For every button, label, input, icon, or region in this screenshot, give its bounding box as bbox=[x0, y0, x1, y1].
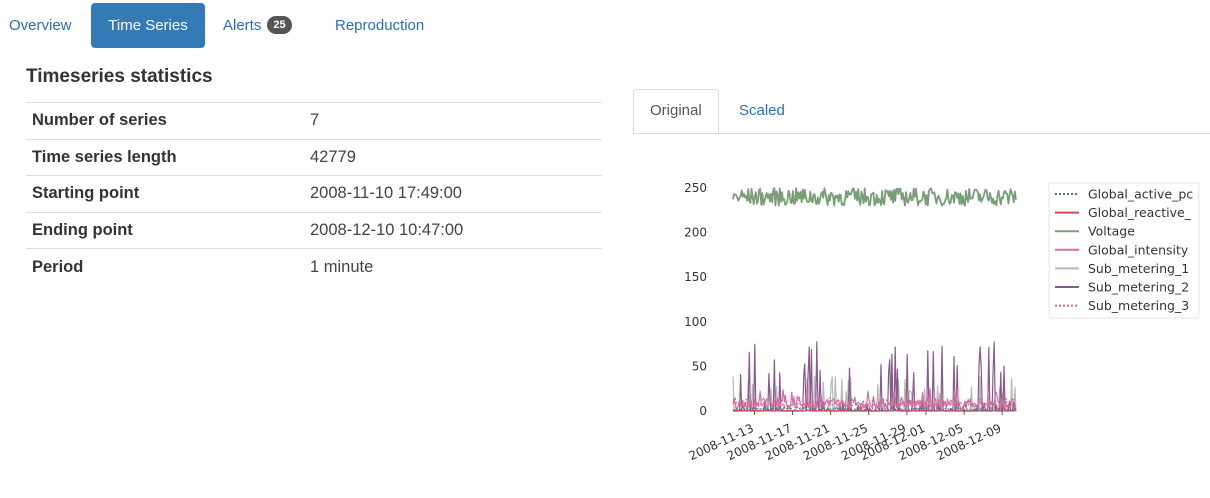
alerts-count-badge: 25 bbox=[267, 16, 292, 35]
y-tick-label: 150 bbox=[684, 270, 707, 284]
stat-value: 7 bbox=[304, 102, 602, 140]
tab-scaled[interactable]: Scaled bbox=[723, 89, 801, 133]
stat-label: Number of series bbox=[26, 102, 304, 140]
tab-alerts-label: Alerts bbox=[223, 17, 262, 34]
plot-lines bbox=[732, 187, 1017, 412]
chart-tabs: Original Scaled bbox=[633, 89, 1210, 134]
table-row: Number of series 7 bbox=[26, 102, 602, 140]
legend-label: Global_intensity bbox=[1088, 242, 1189, 257]
stat-label: Time series length bbox=[26, 138, 304, 176]
stat-label: Starting point bbox=[26, 175, 304, 213]
legend-label: Voltage bbox=[1088, 224, 1135, 239]
stat-label: Ending point bbox=[26, 211, 304, 249]
table-row: Starting point 2008-11-10 17:49:00 bbox=[26, 175, 602, 213]
tab-alerts[interactable]: Alerts 25 bbox=[223, 3, 292, 48]
y-tick-label: 100 bbox=[684, 315, 707, 329]
table-row: Time series length 42779 bbox=[26, 138, 602, 176]
y-tick-label: 200 bbox=[684, 226, 707, 240]
y-tick-label: 250 bbox=[684, 181, 707, 195]
series-line bbox=[732, 187, 1017, 207]
legend-label: Sub_metering_3 bbox=[1088, 298, 1189, 313]
y-tick-label: 50 bbox=[692, 359, 707, 373]
legend-label: Sub_metering_2 bbox=[1088, 280, 1189, 295]
legend-label: Sub_metering_1 bbox=[1088, 261, 1189, 276]
stat-label: Period bbox=[26, 248, 304, 286]
y-tick-label: 0 bbox=[699, 404, 707, 418]
table-row: Period 1 minute bbox=[26, 248, 602, 286]
y-axis-ticks: 0 50 100 150 200 250 bbox=[684, 181, 707, 418]
tab-overview[interactable]: Overview bbox=[9, 3, 72, 48]
stats-table: Number of series 7 Time series length 4277… bbox=[26, 102, 602, 286]
legend-label: Global_active_pc bbox=[1088, 187, 1193, 202]
timeseries-chart: 0 50 100 150 200 250 2008-11-132008-11-172008… bbox=[684, 181, 1200, 463]
legend: Global_active_pc Global_reactive_ Voltage G… bbox=[1048, 182, 1200, 319]
tab-original[interactable]: Original bbox=[633, 89, 719, 133]
x-axis-ticks: 2008-11-132008-11-172008-11-212008-11-25… bbox=[687, 411, 1003, 463]
tab-time-series[interactable]: Time Series bbox=[91, 3, 205, 48]
stats-title: Timeseries statistics bbox=[26, 66, 213, 87]
stat-value: 2008-11-10 17:49:00 bbox=[304, 175, 602, 213]
stat-value: 42779 bbox=[304, 138, 602, 176]
tab-reproduction[interactable]: Reproduction bbox=[335, 3, 424, 48]
stat-value: 1 minute bbox=[304, 248, 602, 286]
table-row: Ending point 2008-12-10 10:47:00 bbox=[26, 211, 602, 249]
legend-label: Global_reactive_ bbox=[1088, 205, 1192, 220]
stat-value: 2008-12-10 10:47:00 bbox=[304, 211, 602, 249]
